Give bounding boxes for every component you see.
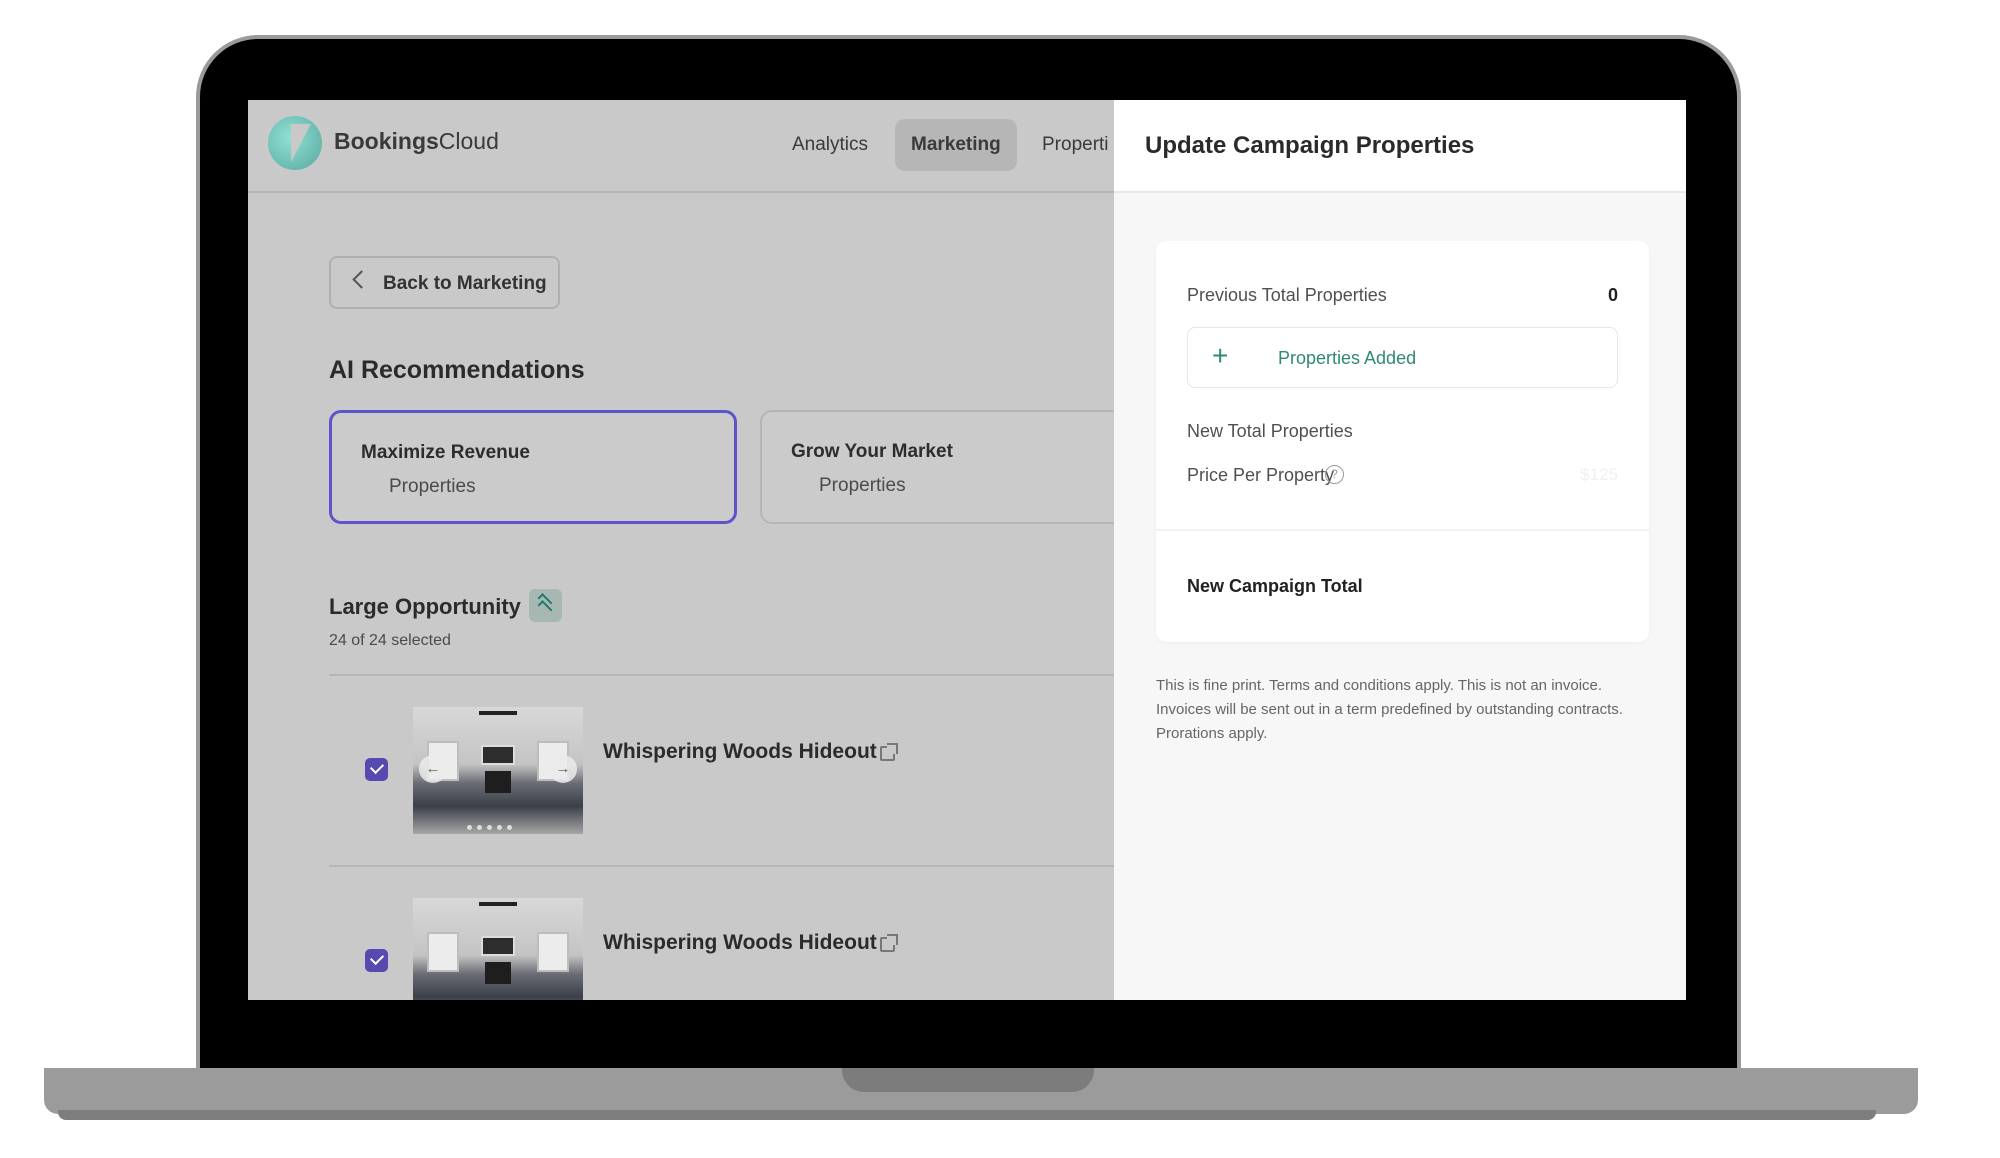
selected-count: 24 of 24 selected — [329, 632, 451, 649]
recommendation-subtitle: Properties — [389, 476, 476, 497]
brand-name[interactable]: BookingsCloud — [334, 128, 499, 155]
summary-card: Previous Total Properties 0 + Properties… — [1156, 241, 1649, 642]
recommendation-title: Grow Your Market — [791, 441, 953, 462]
price-per-property-value: $125 — [1580, 465, 1618, 484]
price-per-property-label: Price Per Property — [1187, 465, 1335, 485]
properties-added-label: Properties Added — [1278, 348, 1417, 368]
recommendation-subtitle: Properties — [819, 475, 906, 496]
top-nav-bar: BookingsCloud Analytics Marketing Proper… — [248, 100, 1114, 193]
property-thumbnail[interactable]: ← → — [413, 707, 583, 834]
campaign-total-label: New Campaign Total — [1187, 576, 1363, 596]
external-link-icon[interactable] — [880, 934, 898, 952]
checkbox-checked-icon[interactable] — [365, 949, 388, 972]
plus-icon: + — [1212, 340, 1229, 371]
laptop-base-shadow — [58, 1110, 1876, 1120]
previous-total-value: 0 — [1607, 285, 1618, 305]
properties-added-row[interactable]: + Properties Added — [1187, 327, 1618, 388]
property-thumbnail[interactable] — [413, 898, 583, 1000]
external-link-icon[interactable] — [880, 743, 898, 761]
screen: BookingsCloud Analytics Marketing Proper… — [248, 100, 1686, 1000]
divider — [1156, 529, 1649, 531]
arrow-left-icon[interactable]: ← — [419, 755, 447, 783]
mockup-stage: BookingsCloud Analytics Marketing Proper… — [0, 0, 2000, 1158]
list-item: Whispering Woods Hideout — [329, 867, 1119, 1000]
fine-print: This is fine print. Terms and conditions… — [1156, 677, 1623, 742]
recommendation-card-maximize-revenue[interactable]: Maximize Revenue Properties — [329, 410, 737, 524]
property-name-link[interactable]: Whispering Woods Hideout — [603, 740, 877, 764]
checkbox-checked-icon[interactable] — [365, 758, 388, 781]
property-name-link[interactable]: Whispering Woods Hideout — [603, 931, 877, 955]
panel-title: Update Campaign Properties — [1145, 132, 1475, 159]
previous-total-label: Previous Total Properties — [1187, 285, 1387, 305]
chevron-left-icon — [352, 270, 371, 289]
update-campaign-panel: Update Campaign Properties Previous Tota… — [1114, 100, 1686, 1000]
list-item: ← → Whispering Woods Hideout — [329, 676, 1119, 834]
opportunity-title: Large Opportunity — [329, 594, 521, 619]
chevrons-up-icon — [529, 589, 562, 622]
help-circle-icon[interactable]: ? — [1325, 465, 1344, 484]
recommendation-title: Maximize Revenue — [361, 442, 530, 463]
panel-header: Update Campaign Properties — [1114, 100, 1686, 193]
arrow-right-icon[interactable]: → — [549, 755, 577, 783]
app-main: BookingsCloud Analytics Marketing Proper… — [248, 100, 1160, 1000]
back-button-label: Back to Marketing — [383, 273, 547, 294]
nav-marketing[interactable]: Marketing — [895, 119, 1017, 171]
section-title: AI Recommendations — [329, 356, 585, 384]
laptop-notch — [842, 1068, 1094, 1092]
nav-properties[interactable]: Properti — [1026, 119, 1125, 171]
back-to-marketing-button[interactable]: Back to Marketing — [329, 256, 560, 309]
new-total-label: New Total Properties — [1187, 421, 1353, 441]
nav-analytics[interactable]: Analytics — [776, 119, 884, 171]
recommendation-card-grow-your-market[interactable]: Grow Your Market Properties — [760, 410, 1160, 524]
